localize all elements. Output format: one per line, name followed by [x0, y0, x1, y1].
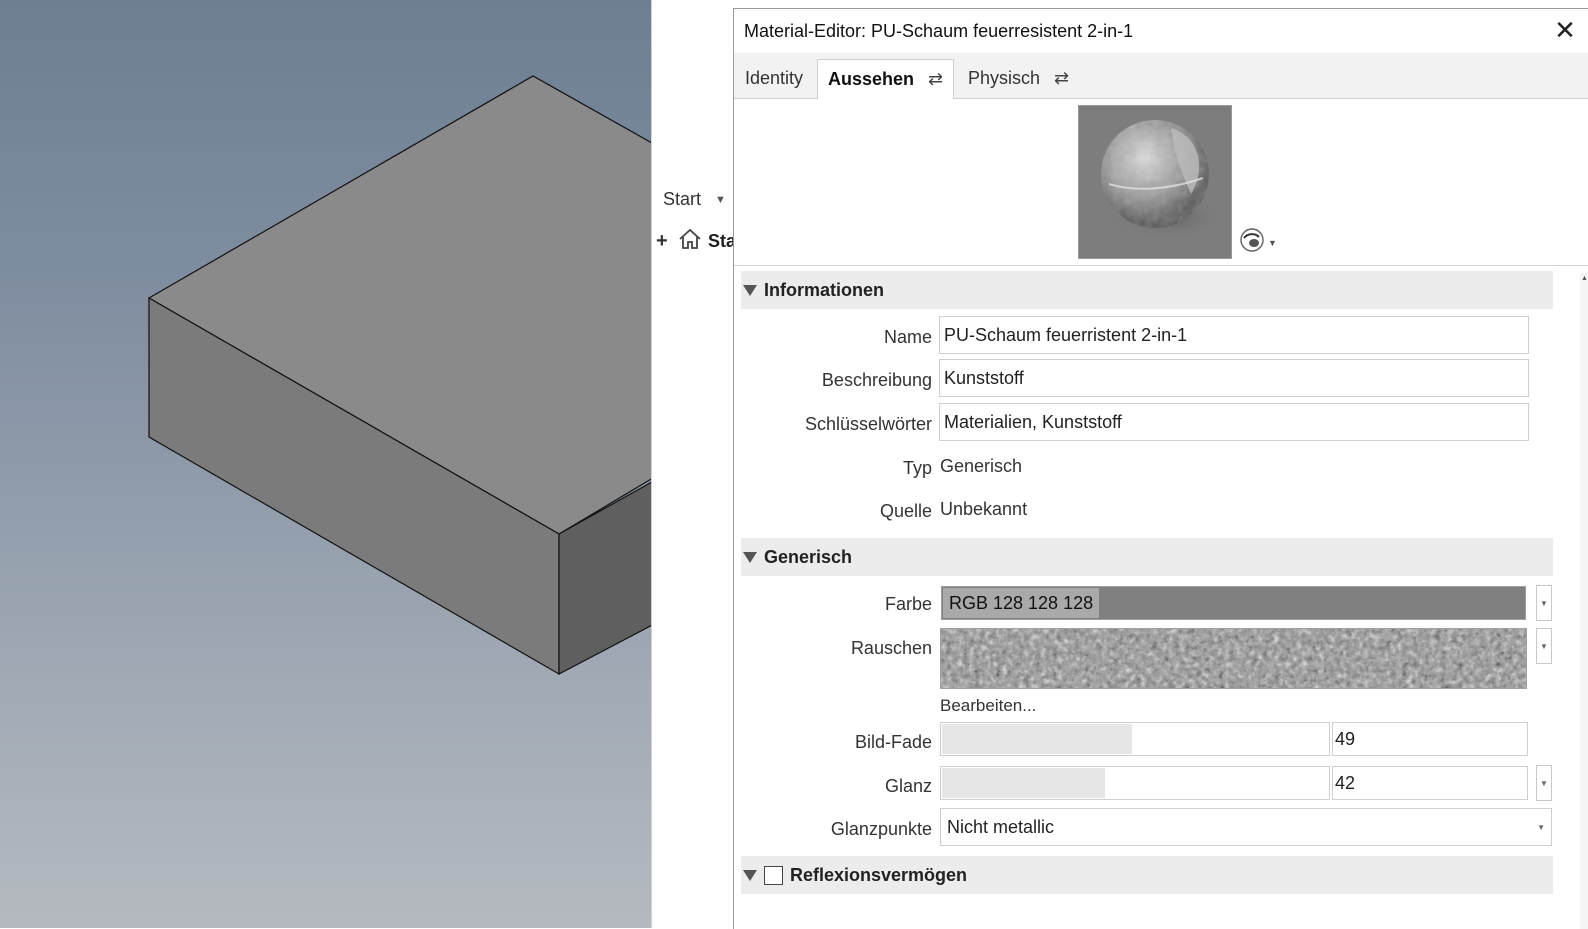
description-field[interactable]: Kunststoff	[939, 359, 1529, 397]
source-label: Quelle	[879, 501, 932, 521]
section-generisch[interactable]: Generisch	[741, 538, 1553, 576]
expand-icon[interactable]: +	[656, 230, 672, 253]
browser-start-label: Start	[663, 189, 702, 209]
color-value: RGB 128 128 128	[943, 588, 1100, 618]
gloss-slider-fill	[942, 768, 1105, 798]
swap-arrows-icon[interactable]: ⇄	[928, 69, 943, 90]
sphere-preview-icon	[1239, 227, 1265, 258]
tab-identity-label: Identity	[745, 67, 804, 88]
fade-value: 49	[1335, 728, 1356, 749]
keywords-value: Materialien, Kunststoff	[944, 411, 1122, 432]
tab-bar: Identity Aussehen ⇄ Physisch ⇄	[734, 53, 1588, 100]
color-label: Farbe	[884, 594, 932, 614]
dialog-title: Material-Editor: PU-Schaum feuerresisten…	[744, 21, 1134, 41]
noise-texture-image[interactable]	[940, 628, 1527, 689]
color-dropdown[interactable]: ▼	[1536, 585, 1552, 621]
name-value: PU-Schaum feuerristent 2-in-1	[944, 324, 1188, 345]
material-preview-image	[1078, 105, 1232, 259]
scrollbar[interactable]: ▲	[1580, 273, 1588, 929]
source-value: Unbekannt	[940, 499, 1028, 519]
section-reflexionsvermoegen[interactable]: Reflexionsvermögen	[741, 856, 1553, 894]
type-label: Typ	[902, 458, 932, 478]
section-informationen[interactable]: Informationen	[741, 271, 1553, 309]
keywords-field[interactable]: Materialien, Kunststoff	[939, 403, 1529, 441]
collapse-triangle-icon[interactable]	[743, 869, 757, 881]
description-value: Kunststoff	[944, 367, 1024, 388]
part-model[interactable]	[0, 0, 651, 928]
name-field[interactable]: PU-Schaum feuerristent 2-in-1	[939, 316, 1529, 354]
material-preview-area: ▼	[734, 99, 1588, 266]
section-generisch-title: Generisch	[764, 546, 853, 567]
keywords-label: Schlüsselwörter	[804, 414, 932, 434]
home-icon	[678, 228, 702, 255]
edit-link[interactable]: Bearbeiten...	[940, 696, 1036, 716]
section-reflexion-title: Reflexionsvermögen	[790, 864, 968, 885]
chevron-down-icon: ▼	[1540, 778, 1548, 788]
noise-dropdown[interactable]: ▼	[1536, 628, 1552, 664]
browser-tree-label: Sta	[708, 231, 737, 251]
fade-label: Bild-Fade	[854, 732, 932, 752]
gloss-input[interactable]: 42	[1332, 766, 1528, 800]
gloss-slider[interactable]	[940, 766, 1330, 800]
noise-label: Rauschen	[850, 638, 932, 658]
material-editor-dialog: Material-Editor: PU-Schaum feuerresisten…	[733, 8, 1588, 929]
tab-aussehen-label: Aussehen	[828, 69, 915, 89]
tab-physisch-label: Physisch	[968, 67, 1041, 88]
chevron-down-icon: ▼	[715, 193, 726, 206]
dialog-titlebar[interactable]: Material-Editor: PU-Schaum feuerresisten…	[734, 9, 1588, 53]
description-label: Beschreibung	[821, 370, 932, 390]
name-label: Name	[883, 327, 932, 347]
gloss-value: 42	[1335, 772, 1356, 793]
close-icon[interactable]: ✕	[1551, 17, 1579, 45]
highlights-value: Nicht metallic	[947, 816, 1055, 837]
fade-slider-fill	[942, 724, 1133, 754]
tab-physisch[interactable]: Physisch ⇄	[958, 59, 1079, 97]
3d-viewport[interactable]	[0, 0, 651, 928]
collapse-triangle-icon[interactable]	[743, 551, 757, 563]
swap-arrows-icon[interactable]: ⇄	[1054, 68, 1069, 89]
color-swatch[interactable]: RGB 128 128 128	[941, 586, 1526, 620]
gloss-label: Glanz	[884, 776, 932, 796]
gloss-dropdown[interactable]: ▼	[1536, 765, 1552, 801]
browser-start-dropdown[interactable]: Start ▼	[663, 189, 726, 210]
tab-aussehen[interactable]: Aussehen ⇄	[817, 59, 955, 100]
fade-slider[interactable]	[940, 722, 1330, 756]
collapse-triangle-icon[interactable]	[743, 284, 757, 296]
scroll-up-icon[interactable]: ▲	[1581, 275, 1588, 282]
section-informationen-title: Informationen	[764, 279, 884, 300]
browser-tree-item[interactable]: + Sta	[656, 228, 736, 255]
chevron-down-icon: ▼	[1537, 822, 1545, 832]
fade-input[interactable]: 49	[1332, 722, 1528, 756]
type-value: Generisch	[940, 456, 1023, 476]
highlights-select[interactable]: Nicht metallic ▼	[940, 808, 1552, 846]
preview-options-dropdown[interactable]: ▼	[1239, 227, 1277, 258]
model-browser: Start ▼ + Sta	[651, 0, 736, 928]
chevron-down-icon: ▼	[1268, 237, 1277, 248]
chevron-down-icon: ▼	[1540, 641, 1548, 651]
chevron-down-icon: ▼	[1540, 598, 1548, 608]
tab-identity[interactable]: Identity	[735, 59, 813, 97]
reflectivity-checkbox[interactable]	[764, 865, 783, 885]
highlights-label: Glanzpunkte	[830, 819, 932, 839]
